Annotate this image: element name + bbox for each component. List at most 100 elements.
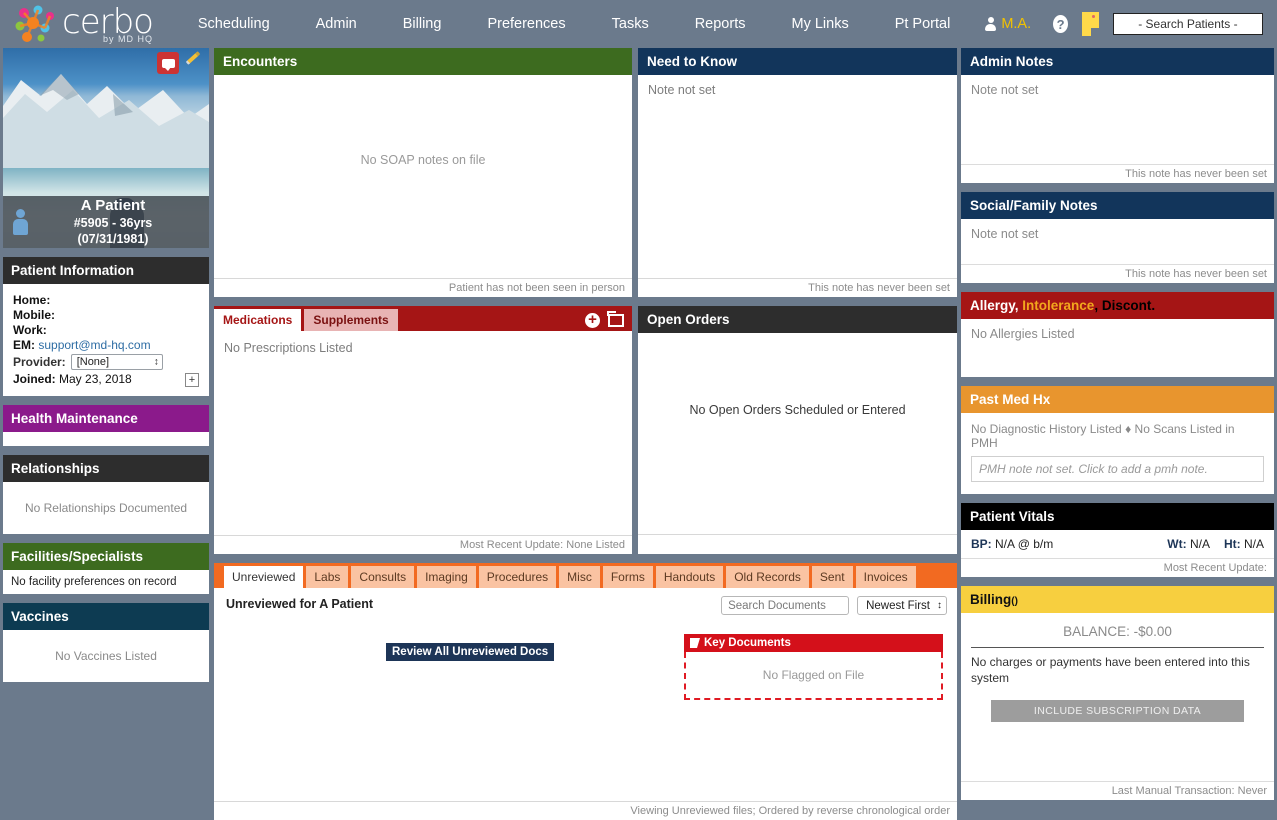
key-documents-panel: Key Documents No Flagged on File [684,634,943,700]
provider-select[interactable]: [None] [70,354,163,370]
review-all-unreviewed-docs-button[interactable]: Review All Unreviewed Docs [386,643,555,661]
patient-photo[interactable]: A Patient #5905 - 36yrs (07/31/1981) [3,48,209,248]
provider-row: Provider: [None] [13,354,199,370]
nav-item-reports[interactable]: Reports [672,10,769,38]
tab-supplements[interactable]: Supplements [304,309,398,331]
allergy-empty: No Allergies Listed [971,327,1075,341]
allergy-body[interactable]: No Allergies Listed [961,319,1274,377]
mountain-graphic [3,74,209,170]
email-value[interactable]: support@md-hq.com [38,338,150,352]
tab-old-records[interactable]: Old Records [726,566,809,588]
nav-item-pt-portal[interactable]: Pt Portal [872,10,974,38]
current-user-menu[interactable]: M.A. [973,10,1043,38]
open-orders-footer [638,534,957,554]
need-to-know-header: Need to Know [638,48,957,75]
medications-body[interactable]: No Prescriptions Listed [214,331,632,535]
tab-unreviewed[interactable]: Unreviewed [224,566,304,588]
email-label: EM: [13,338,35,352]
allergy-panel: Allergy, Intolerance, Discont. No Allerg… [961,292,1274,377]
message-icon[interactable] [157,52,179,74]
tab-consults[interactable]: Consults [351,566,415,588]
tab-procedures[interactable]: Procedures [478,566,557,588]
vitals-wt-value: N/A [1189,537,1210,551]
facilities-specialists-header: Facilities/Specialists [3,543,209,570]
medications-footer: Most Recent Update: None Listed [214,535,632,554]
pmh-note-input[interactable]: PMH note not set. Click to add a pmh not… [971,456,1264,482]
need-to-know-body[interactable]: Note not set [638,75,957,278]
billing-title-suffix: () [1011,596,1018,607]
main-menu: Scheduling Admin Billing Preferences Tas… [169,10,973,38]
nav-item-tasks[interactable]: Tasks [589,10,672,38]
nav-item-billing[interactable]: Billing [380,10,465,38]
left-sidebar: A Patient #5905 - 36yrs (07/31/1981) Pat… [0,48,212,820]
main-content: Encounters No SOAP notes on file Patient… [212,48,959,820]
tab-medications[interactable]: Medications [214,309,302,331]
need-to-know-panel: Need to Know Note not set This note has … [638,48,957,297]
open-orders-panel: Open Orders No Open Orders Scheduled or … [638,306,957,554]
vaccines-panel: Vaccines No Vaccines Listed [3,603,209,682]
vitals-wt-label: Wt: [1167,537,1187,551]
open-window-icon[interactable] [607,311,624,327]
search-documents-input[interactable]: Search Documents [721,596,850,615]
medications-empty: No Prescriptions Listed [224,341,353,355]
patient-id-age-dob: #5905 - 36yrs (07/31/1981) [73,216,153,246]
include-subscription-data-button[interactable]: INCLUDE SUBSCRIPTION DATA [991,700,1244,722]
provider-label: Provider: [13,355,66,369]
photo-action-icons [157,52,203,74]
tab-handouts[interactable]: Handouts [655,566,724,588]
joined-value: May 23, 2018 [59,372,132,386]
search-patients-input[interactable]: - Search Patients - [1112,13,1263,35]
facilities-empty: No facility preferences on record [3,570,209,594]
tab-sent[interactable]: Sent [811,566,853,588]
tab-forms[interactable]: Forms [602,566,653,588]
vitals-bp: BP: N/A @ b/m [971,537,1053,551]
billing-title: Billing [970,592,1012,607]
key-documents-empty: No Flagged on File [684,652,943,700]
add-medication-icon[interactable]: + [585,312,600,328]
vitals-ht: Ht: N/A [1224,537,1264,551]
need-to-know-footer: This note has never been set [638,278,957,297]
relationships-header: Relationships [3,455,209,482]
social-family-notes-body[interactable]: Note not set [961,219,1274,264]
tab-labs[interactable]: Labs [306,566,349,588]
flag-icon [690,638,700,648]
pmh-diagnostic-history: No Diagnostic History Listed [971,422,1122,436]
nav-item-scheduling[interactable]: Scheduling [175,10,293,38]
expand-info-button[interactable]: + [185,372,199,387]
tab-imaging[interactable]: Imaging [417,566,476,588]
allergy-title-intolerance: Intolerance [1022,298,1095,313]
work-phone-row: Work: [13,323,199,338]
billing-message: No charges or payments have been entered… [971,655,1250,685]
edit-pencil-icon[interactable] [183,53,203,73]
billing-header: Billing() [961,586,1274,613]
facilities-specialists-panel: Facilities/Specialists No facility prefe… [3,543,209,594]
patient-vitals-footer: Most Recent Update: [961,558,1274,577]
documents-list-area: Review All Unreviewed Docs Key Documents… [214,619,957,801]
admin-notes-body[interactable]: Note not set [961,75,1274,164]
open-orders-empty: No Open Orders Scheduled or Entered [689,403,906,417]
vitals-row: BP: N/A @ b/m Wt: N/A Ht: N/A [971,535,1264,553]
help-icon[interactable]: ? [1053,15,1069,33]
key-documents-title: Key Documents [704,637,791,649]
sort-order-select[interactable]: Newest First [857,596,947,615]
encounters-body[interactable]: No SOAP notes on file [214,75,632,278]
medications-panel: Medications Supplements + No Prescriptio… [214,306,632,554]
joined-label: Joined: [13,372,56,386]
nav-item-my-links[interactable]: My Links [768,10,871,38]
user-icon [985,17,997,31]
right-sidebar: Admin Notes Note not set This note has n… [959,48,1277,820]
encounters-footer: Patient has not been seen in person [214,278,632,297]
brand-logo[interactable]: cerbo by MD HQ [0,4,169,44]
tab-misc[interactable]: Misc [559,566,600,588]
sticky-note-icon[interactable] [1082,12,1099,36]
patient-gender-icon [3,209,37,235]
nav-item-admin[interactable]: Admin [293,10,380,38]
admin-notes-header: Admin Notes [961,48,1274,75]
open-orders-header: Open Orders [638,306,957,333]
nav-item-preferences[interactable]: Preferences [464,10,588,38]
medications-tabbar: Medications Supplements + [214,306,632,331]
social-family-notes-panel: Social/Family Notes Note not set This no… [961,192,1274,283]
open-orders-body[interactable]: No Open Orders Scheduled or Entered [638,333,957,534]
patient-name-bar: A Patient #5905 - 36yrs (07/31/1981) [3,196,209,248]
tab-invoices[interactable]: Invoices [855,566,916,588]
